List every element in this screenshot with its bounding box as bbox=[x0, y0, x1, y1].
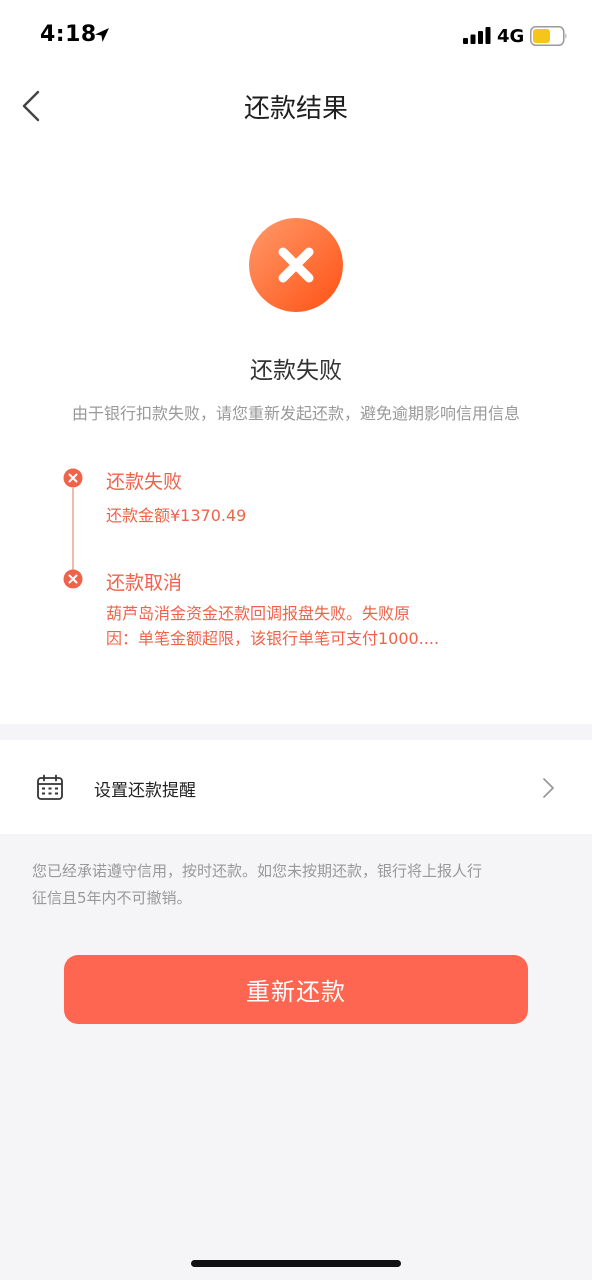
credit-notice-line: 征信且5年内不可撤销。 bbox=[32, 889, 192, 907]
page-title: 还款结果 bbox=[243, 94, 348, 124]
timeline-step-title: 还款失败 bbox=[106, 471, 183, 493]
network-type: 4G bbox=[497, 26, 525, 47]
cellular-signal-icon bbox=[463, 27, 491, 44]
battery-icon bbox=[530, 26, 567, 46]
home-indicator[interactable] bbox=[191, 1260, 401, 1267]
timeline-step-detail: 因：单笔金额超限，该银行单笔可支付1000.... bbox=[106, 629, 440, 648]
timeline-cancel-icon bbox=[63, 569, 83, 589]
timeline-step-detail: 葫芦岛消金资金还款回调报盘失败。失败原 bbox=[106, 604, 411, 623]
reminder-label: 设置还款提醒 bbox=[94, 781, 196, 801]
status-bar: 4:18 4G bbox=[0, 0, 592, 70]
timeline-fail-icon bbox=[63, 468, 83, 488]
chevron-right-icon bbox=[543, 778, 554, 798]
credit-notice: 您已经承诺遵守信用，按时还款。如您未按期还款，银行将上报人行 征信且5年内不可撤… bbox=[32, 858, 562, 912]
section-divider bbox=[0, 724, 592, 740]
timeline-step-detail: 还款金额¥1370.49 bbox=[106, 506, 247, 525]
set-reminder-row[interactable]: 设置还款提醒 bbox=[0, 740, 592, 834]
calendar-icon bbox=[37, 774, 63, 800]
result-title: 还款失败 bbox=[250, 358, 342, 384]
nav-bar: 还款结果 bbox=[0, 70, 592, 144]
bottom-area: 您已经承诺遵守信用，按时还款。如您未按期还款，银行将上报人行 征信且5年内不可撤… bbox=[0, 834, 592, 1280]
timeline-connector bbox=[72, 488, 74, 572]
status-time: 4:18 bbox=[40, 22, 97, 47]
result-description: 由于银行扣款失败，请您重新发起还款，避免逾期影响信用信息 bbox=[71, 404, 520, 423]
retry-repayment-button[interactable]: 重新还款 bbox=[64, 955, 528, 1024]
repayment-result-page: 4:18 4G 还款结果 还款失败 由于银行扣款失败，请您重新发起还款，避免逾期… bbox=[0, 0, 592, 1280]
timeline-step-title: 还款取消 bbox=[106, 572, 183, 594]
location-arrow-icon bbox=[95, 28, 109, 42]
failure-x-icon bbox=[249, 218, 343, 312]
credit-notice-line: 您已经承诺遵守信用，按时还款。如您未按期还款，银行将上报人行 bbox=[32, 862, 483, 880]
